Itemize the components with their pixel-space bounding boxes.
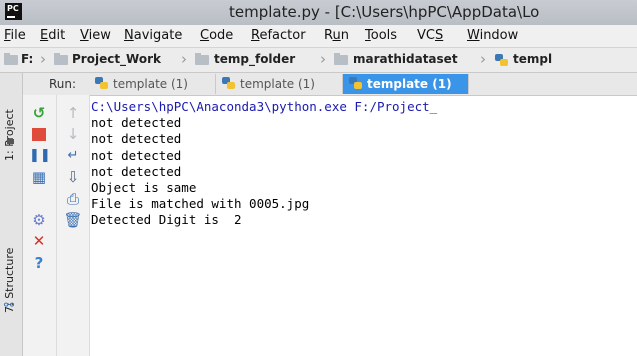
breadcrumb-template-file[interactable]: templ — [513, 52, 552, 66]
breadcrumb-separator-icon: › — [480, 50, 486, 68]
run-tool-window: Run: template (1) template (1) template … — [23, 73, 637, 356]
console-line: C:\Users\hpPC\Anaconda3\python.exe F:/Pr… — [91, 99, 438, 114]
run-toolbar-primary: ↺ ❚❚ ▦ ⚙ ✕ ? — [23, 95, 57, 356]
settings-icon[interactable]: ⚙ — [29, 210, 49, 230]
menu-refactor[interactable]: Refactor — [251, 28, 306, 43]
structure-icon: ⚯ — [4, 298, 15, 312]
menu-window[interactable]: Window — [467, 28, 518, 43]
breadcrumb-separator-icon: › — [181, 50, 187, 68]
pause-icon[interactable]: ❚❚ — [29, 146, 51, 166]
folder-icon — [334, 53, 348, 65]
menu-run[interactable]: Run — [324, 28, 349, 43]
run-tab-2[interactable]: template (1) — [216, 74, 343, 94]
run-tab-1-label: template (1) — [113, 77, 188, 91]
run-tab-1[interactable]: template (1) — [89, 74, 216, 94]
python-run-icon — [95, 77, 108, 89]
title-bar: PC template.py - [C:\Users\hpPC\AppData\… — [0, 0, 637, 26]
rerun-icon[interactable]: ↺ — [29, 103, 49, 123]
console-line: not detected — [91, 163, 182, 179]
help-icon[interactable]: ? — [29, 253, 49, 273]
menu-edit[interactable]: Edit — [40, 28, 65, 43]
run-label: Run: — [49, 77, 77, 91]
print-icon[interactable]: ⎙ — [63, 189, 83, 209]
project-tool-tab[interactable]: 1: Project — [3, 81, 19, 161]
python-run-icon — [349, 77, 362, 89]
left-tool-strip: 1: Project 7: Structure ⚯ — [0, 73, 23, 356]
clear-all-icon[interactable]: 🗑 — [63, 210, 83, 230]
run-tab-2-label: template (1) — [240, 77, 315, 91]
drive-icon — [4, 53, 18, 65]
console-line: Object is same — [91, 180, 197, 196]
console-line: not detected — [91, 115, 182, 131]
scroll-to-end-icon[interactable]: ⇩ — [63, 167, 83, 187]
window-title: template.py - [C:\Users\hpPC\AppData\Lo — [229, 3, 540, 21]
run-toolbar-secondary: ↑ ↓ ↵ ⇩ ⎙ 🗑 — [57, 95, 90, 356]
console-line: not detected — [91, 131, 182, 147]
breadcrumb-project-work[interactable]: Project_Work — [72, 52, 161, 66]
breadcrumb-separator-icon: › — [40, 50, 46, 68]
run-tab-3-active[interactable]: template (1) — [343, 74, 469, 94]
python-run-icon — [222, 77, 235, 89]
breadcrumb-separator-icon: › — [320, 50, 326, 68]
console-line: File is matched with 0005.jpg — [91, 196, 310, 212]
menu-view[interactable]: View — [80, 28, 111, 43]
soft-wrap-icon[interactable]: ↵ — [63, 146, 83, 166]
breadcrumb-marathidataset[interactable]: marathidataset — [353, 52, 458, 66]
folder-icon — [54, 53, 68, 65]
python-file-icon — [495, 54, 508, 66]
menu-navigate[interactable]: Navigate — [124, 28, 182, 43]
run-tab-3-label: template (1) — [367, 77, 452, 91]
breadcrumb-drive[interactable]: F: — [21, 52, 33, 66]
folder-icon — [195, 53, 209, 65]
layout-icon[interactable]: ▦ — [29, 167, 49, 187]
stop-button[interactable] — [29, 124, 49, 144]
console-line: Detected Digit is 2 — [91, 212, 242, 228]
pycharm-logo-icon: PC — [5, 3, 22, 20]
scroll-down-icon[interactable]: ↓ — [63, 124, 83, 144]
menu-vcs[interactable]: VCS — [417, 28, 443, 43]
console-line: not detected — [91, 147, 182, 163]
menu-file[interactable]: File — [4, 28, 26, 43]
menu-code[interactable]: Code — [200, 28, 233, 43]
project-tab-icon — [7, 139, 14, 144]
run-tab-bar: Run: template (1) template (1) template … — [23, 73, 637, 96]
scroll-up-icon[interactable]: ↑ — [63, 103, 83, 123]
console-output[interactable]: C:\Users\hpPC\Anaconda3\python.exe F:/Pr… — [91, 99, 637, 349]
stop-icon — [32, 128, 46, 141]
menu-bar: File Edit View Navigate Code Refactor Ru… — [0, 25, 637, 48]
navigation-bar: F: › Project_Work › temp_folder › marath… — [0, 48, 637, 73]
menu-tools[interactable]: Tools — [365, 28, 397, 43]
breadcrumb-temp-folder[interactable]: temp_folder — [214, 52, 295, 66]
close-icon[interactable]: ✕ — [29, 231, 49, 251]
